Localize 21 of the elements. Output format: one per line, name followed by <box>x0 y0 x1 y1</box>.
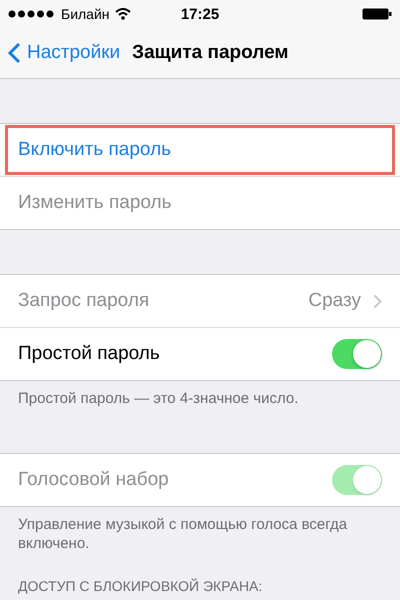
clock-time: 17:25 <box>180 6 220 22</box>
chevron-right-icon <box>373 294 382 308</box>
section-footer: Простой пароль — это 4-значное число. <box>0 381 400 408</box>
settings-row[interactable]: Включить пароль <box>4 124 396 176</box>
toggle-switch[interactable] <box>332 339 382 369</box>
battery-icon <box>362 8 392 20</box>
section-header: ДОСТУП С БЛОКИРОВКОЙ ЭКРАНА: <box>17 578 264 594</box>
row-label: Изменить пароль <box>18 192 173 214</box>
chevron-left-icon <box>8 42 21 64</box>
row-label: Простой пароль <box>18 343 161 365</box>
section-footer: Управление музыкой с помощью голоса всегда включено. <box>0 506 400 554</box>
carrier-name: Билайн <box>61 6 110 22</box>
row-label: Голосовой набор <box>18 468 170 490</box>
settings-row[interactable]: Простой пароль <box>0 327 400 380</box>
row-value: Сразу <box>308 290 361 312</box>
back-button[interactable]: Настройки <box>8 42 120 64</box>
row-label: Запрос пароля <box>18 290 150 312</box>
signal-icon <box>8 10 56 18</box>
wifi-icon <box>114 8 131 20</box>
screen-title: Защита паролем <box>132 42 288 64</box>
row-label: Включить пароль <box>18 139 172 161</box>
